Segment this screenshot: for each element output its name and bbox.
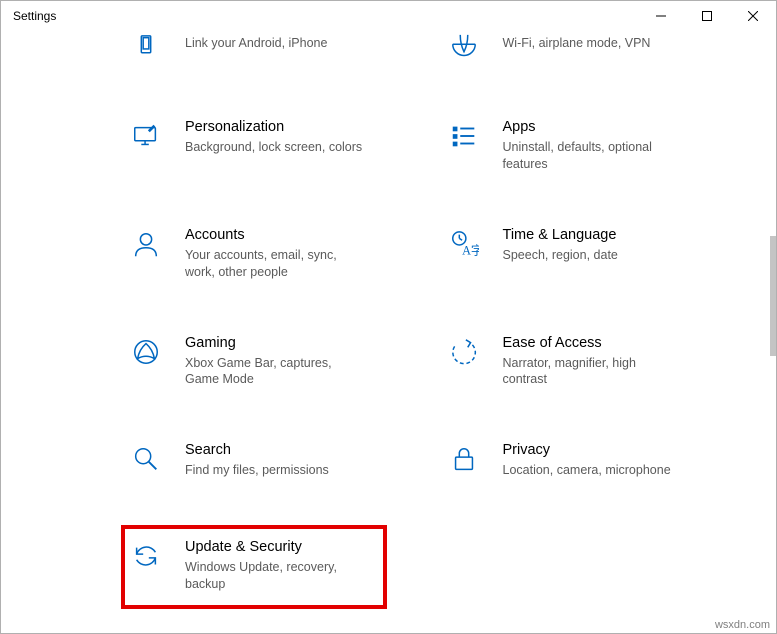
tile-apps[interactable]: Apps Uninstall, defaults, optional featu… [439, 113, 737, 179]
gaming-icon [129, 335, 163, 369]
tile-time-language[interactable]: A字 Time & Language Speech, region, date [439, 221, 737, 287]
settings-content: Link your Android, iPhone Wi-Fi, airplan… [1, 31, 776, 633]
tile-accounts[interactable]: Accounts Your accounts, email, sync, wor… [121, 221, 419, 287]
accounts-icon [129, 227, 163, 261]
tile-desc: Windows Update, recovery, backup [185, 559, 365, 593]
titlebar: Settings [1, 1, 776, 31]
settings-grid: Link your Android, iPhone Wi-Fi, airplan… [121, 31, 736, 599]
tile-desc: Xbox Game Bar, captures, Game Mode [185, 355, 365, 389]
tile-desc: Your accounts, email, sync, work, other … [185, 247, 365, 281]
tile-title: Privacy [503, 442, 729, 458]
maximize-button[interactable] [684, 1, 730, 31]
globe-icon [447, 31, 481, 65]
tile-phone[interactable]: Link your Android, iPhone [121, 31, 419, 71]
tile-desc: Link your Android, iPhone [185, 35, 365, 52]
privacy-icon [447, 442, 481, 476]
window-title: Settings [13, 9, 638, 23]
tile-desc: Uninstall, defaults, optional features [503, 139, 683, 173]
tile-gaming[interactable]: Gaming Xbox Game Bar, captures, Game Mod… [121, 329, 419, 395]
scrollbar[interactable] [770, 236, 776, 356]
svg-text:A字: A字 [462, 242, 479, 257]
apps-icon [447, 119, 481, 153]
personalization-icon [129, 119, 163, 153]
tile-desc: Background, lock screen, colors [185, 139, 365, 156]
minimize-button[interactable] [638, 1, 684, 31]
tile-privacy[interactable]: Privacy Location, camera, microphone [439, 436, 737, 485]
update-security-icon [129, 539, 163, 573]
ease-of-access-icon [447, 335, 481, 369]
tile-desc: Find my files, permissions [185, 462, 365, 479]
tile-ease-of-access[interactable]: Ease of Access Narrator, magnifier, high… [439, 329, 737, 395]
search-icon [129, 442, 163, 476]
tile-desc: Narrator, magnifier, high contrast [503, 355, 683, 389]
tile-personalization[interactable]: Personalization Background, lock screen,… [121, 113, 419, 179]
tile-title: Gaming [185, 335, 411, 351]
tile-title: Apps [503, 119, 729, 135]
tile-title: Accounts [185, 227, 411, 243]
tile-network[interactable]: Wi-Fi, airplane mode, VPN [439, 31, 737, 71]
tile-title: Time & Language [503, 227, 729, 243]
phone-icon [129, 31, 163, 65]
tile-title: Personalization [185, 119, 411, 135]
tile-search[interactable]: Search Find my files, permissions [121, 436, 419, 485]
time-language-icon: A字 [447, 227, 481, 261]
tile-desc: Speech, region, date [503, 247, 683, 264]
tile-desc: Wi-Fi, airplane mode, VPN [503, 35, 683, 52]
tile-desc: Location, camera, microphone [503, 462, 683, 479]
tile-title: Search [185, 442, 411, 458]
tile-title: Update & Security [185, 539, 411, 555]
tile-update-security[interactable]: Update & Security Windows Update, recove… [121, 533, 419, 599]
close-button[interactable] [730, 1, 776, 31]
watermark: wsxdn.com [715, 619, 770, 631]
tile-title: Ease of Access [503, 335, 729, 351]
